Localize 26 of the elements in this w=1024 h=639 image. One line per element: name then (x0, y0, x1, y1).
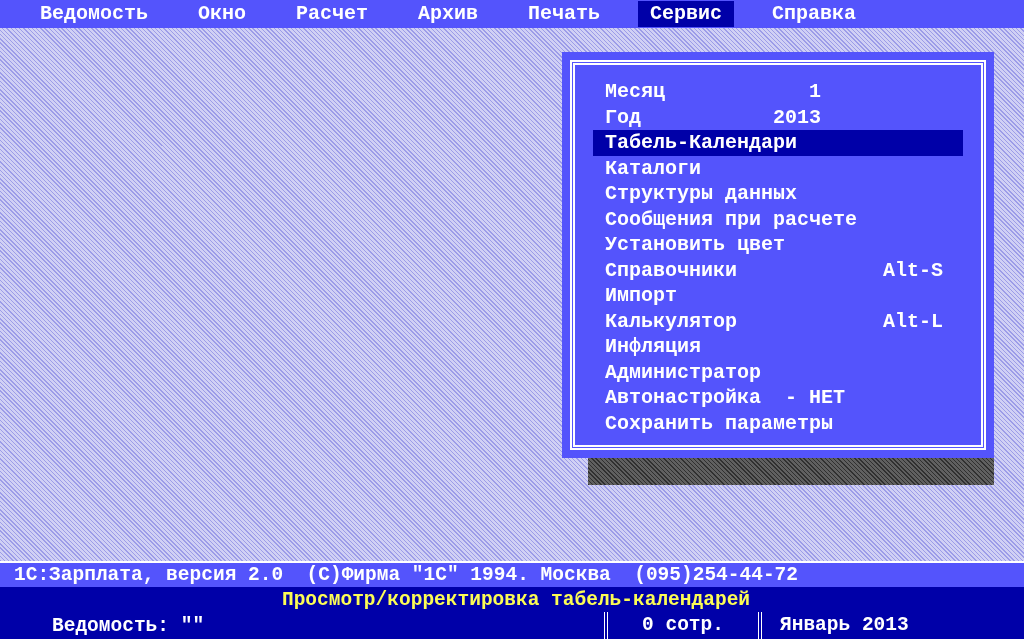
menu-item[interactable]: Справка (760, 1, 869, 27)
menu-item[interactable]: Импорт (593, 283, 963, 309)
menu-item[interactable]: Сохранить параметры (593, 410, 963, 436)
statement-text: Ведомость: "" (51, 614, 206, 637)
menu-item[interactable]: Архив (406, 1, 491, 27)
menu-item[interactable]: Сообщения при расчете (593, 206, 963, 232)
hint-text: Просмотр/корректировка табель-календарей (281, 588, 751, 611)
menu-item[interactable]: Справочники Alt-S (593, 257, 963, 283)
menu-item[interactable]: Автонастройка - НЕТ (593, 385, 963, 411)
menu-item[interactable]: Расчет (284, 1, 381, 27)
menu-item[interactable]: Структуры данных (593, 181, 963, 207)
menu-item[interactable]: Табель-Календари (593, 130, 963, 156)
menu-item[interactable]: Калькулятор Alt-L (593, 308, 963, 334)
menu-item[interactable]: Месяц 1 (593, 79, 963, 105)
menu-item[interactable]: Сервис (638, 1, 735, 27)
menu-item[interactable]: Инфляция (593, 334, 963, 360)
menu-item[interactable]: Ведомость (28, 1, 161, 27)
copyright-text: 1С:Зарплата, версия 2.0 (С)Фирма "1С" 1994. Москва (095)254-44-72 (14, 564, 799, 586)
period-text: Январь 2013 (758, 612, 909, 639)
menu-item[interactable]: Администратор (593, 359, 963, 385)
menu-item[interactable]: Установить цвет (593, 232, 963, 258)
menu-item[interactable]: Окно (186, 1, 259, 27)
menu-item[interactable]: Год 2013 (593, 104, 963, 130)
menu-item[interactable]: Печать (516, 1, 613, 27)
employee-count: 0 сотр. (604, 612, 758, 639)
menu-item[interactable]: Каталоги (593, 155, 963, 181)
